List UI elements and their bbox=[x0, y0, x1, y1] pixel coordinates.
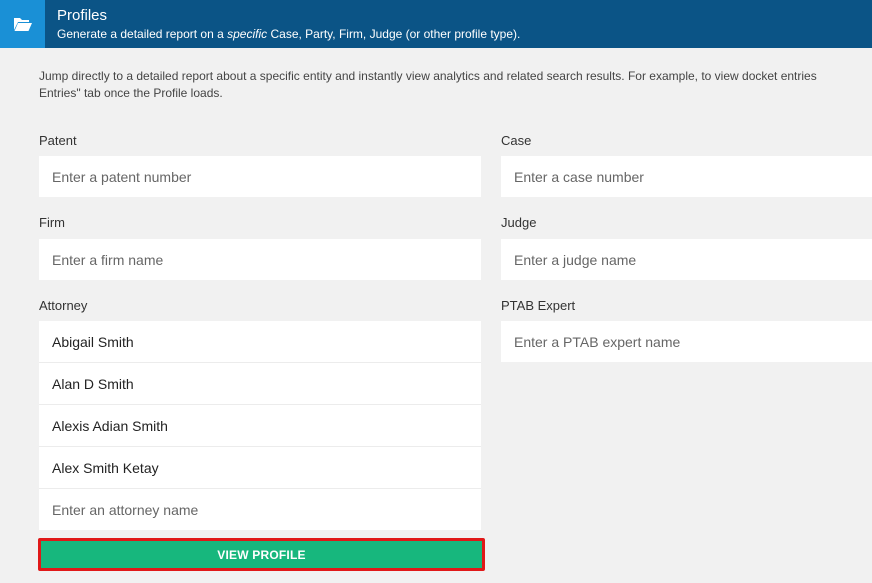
header-icon-box bbox=[0, 0, 45, 48]
view-profile-button[interactable]: VIEW PROFILE bbox=[41, 541, 482, 568]
attorney-input[interactable] bbox=[39, 489, 481, 530]
ptab-expert-input[interactable] bbox=[501, 321, 872, 362]
case-label: Case bbox=[501, 133, 532, 148]
view-profile-highlight: VIEW PROFILE bbox=[38, 538, 485, 571]
page-subtitle: Generate a detailed report on a specific… bbox=[57, 27, 521, 41]
ptab-expert-label: PTAB Expert bbox=[501, 298, 576, 313]
folder-open-icon bbox=[13, 18, 32, 31]
case-input[interactable] bbox=[501, 156, 872, 197]
judge-input[interactable] bbox=[501, 239, 872, 280]
intro-line-2: Entries" tab once the Profile loads. bbox=[39, 86, 223, 100]
attorney-suggestion[interactable]: Abigail Smith bbox=[39, 321, 481, 363]
firm-label: Firm bbox=[39, 215, 65, 230]
intro-text: Jump directly to a detailed report about… bbox=[39, 68, 872, 102]
firm-input[interactable] bbox=[39, 239, 481, 280]
attorney-suggestion[interactable]: Alexis Adian Smith bbox=[39, 405, 481, 447]
patent-input[interactable] bbox=[39, 156, 481, 197]
attorney-suggestion-list: Abigail Smith Alan D Smith Alexis Adian … bbox=[39, 321, 481, 530]
patent-label: Patent bbox=[39, 133, 77, 148]
page-header: Profiles Generate a detailed report on a… bbox=[0, 0, 872, 48]
attorney-suggestion[interactable]: Alan D Smith bbox=[39, 363, 481, 405]
page-title: Profiles bbox=[57, 7, 108, 24]
attorney-label: Attorney bbox=[39, 298, 88, 313]
intro-line-1: Jump directly to a detailed report about… bbox=[39, 69, 817, 83]
attorney-suggestion[interactable]: Alex Smith Ketay bbox=[39, 447, 481, 489]
judge-label: Judge bbox=[501, 215, 537, 230]
